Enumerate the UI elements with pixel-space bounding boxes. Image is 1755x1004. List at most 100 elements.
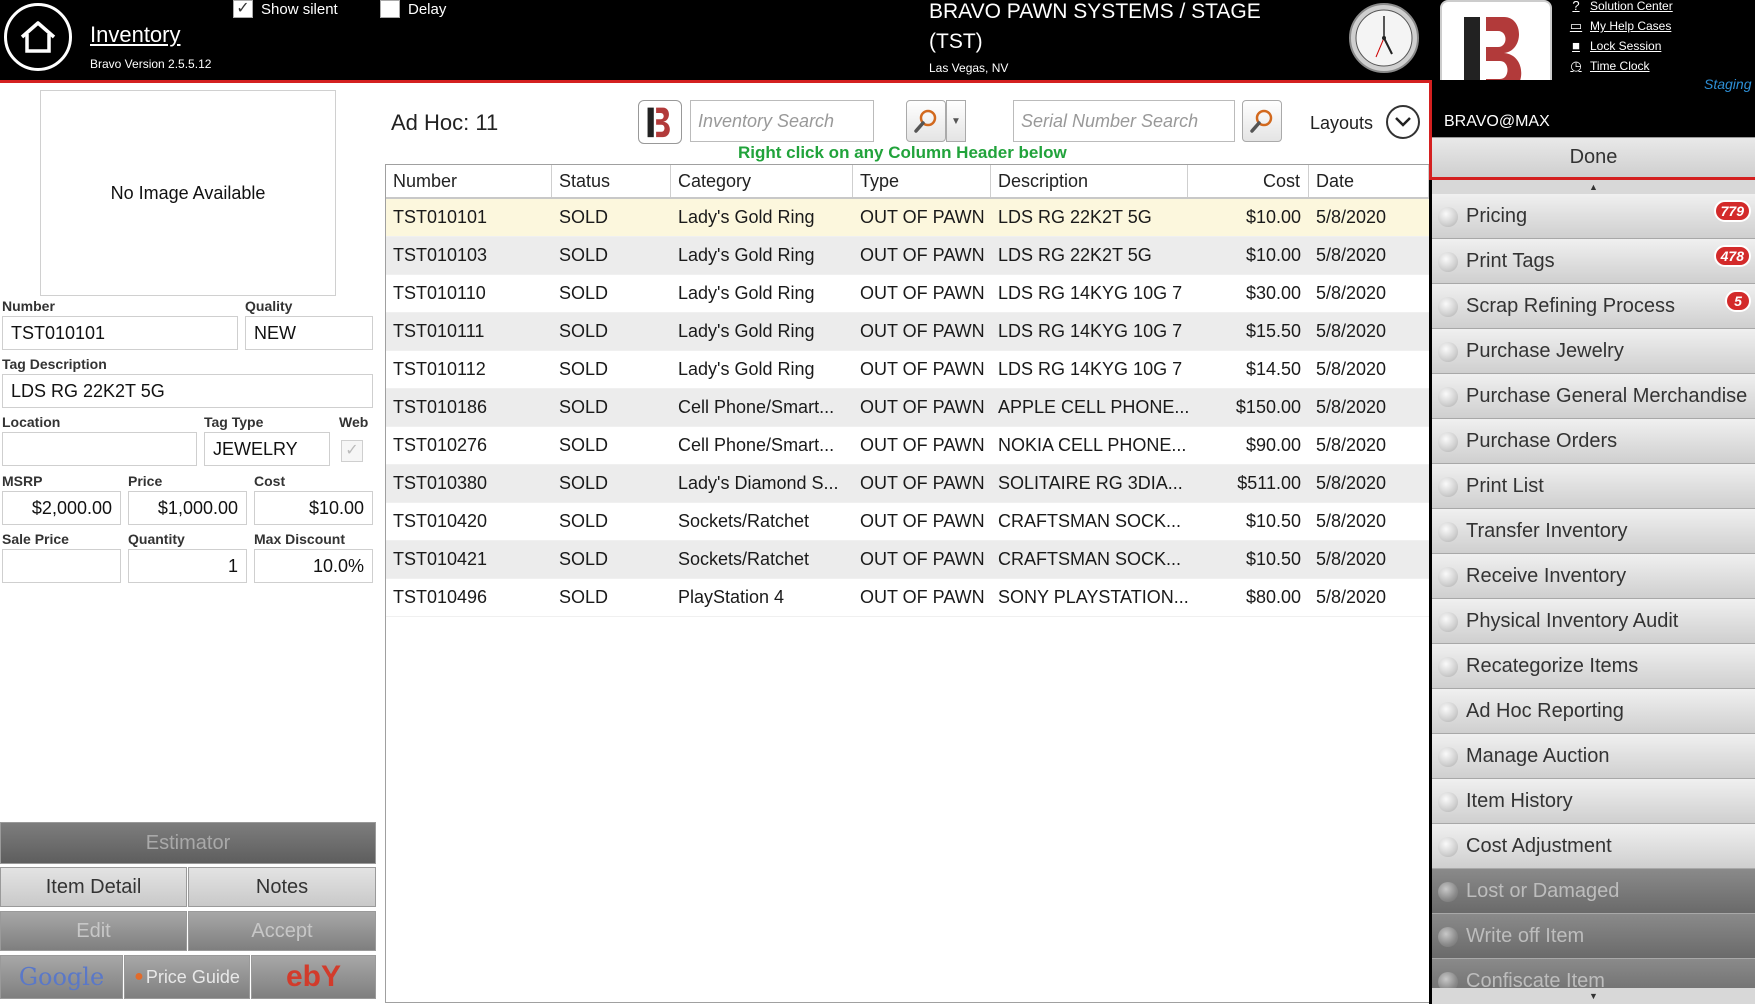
menu-item-purchase-jewelry[interactable]: Purchase Jewelry	[1432, 329, 1755, 374]
menu-item-print-tags[interactable]: Print Tags 478	[1432, 239, 1755, 284]
table-row[interactable]: TST010380 SOLD Lady's Diamond S... OUT OF P…	[386, 465, 1429, 503]
menu-item-label: Print List	[1466, 474, 1544, 497]
table-row[interactable]: TST010111 SOLD Lady's Gold Ring OUT OF PAWN…	[386, 313, 1429, 351]
menu-item-item-history[interactable]: Item History	[1432, 779, 1755, 824]
column-header-cost[interactable]: Cost	[1188, 165, 1309, 197]
lock-session-link[interactable]: ■ Lock Session	[1568, 39, 1661, 54]
cell-category: Lady's Gold Ring	[678, 359, 815, 379]
item-detail-button[interactable]: Item Detail	[0, 867, 187, 907]
table-row[interactable]: TST010103 SOLD Lady's Gold Ring OUT OF PAWN…	[386, 237, 1429, 275]
menu-item-label: Item History	[1466, 789, 1573, 812]
menu-item-cost-adjustment[interactable]: Cost Adjustment	[1432, 824, 1755, 869]
google-button[interactable]: Google	[0, 955, 123, 999]
cell-date: 5/8/2020	[1316, 549, 1387, 569]
menu-item-lost-or-damaged[interactable]: Lost or Damaged	[1432, 869, 1755, 914]
menu-item-purchase-orders[interactable]: Purchase Orders	[1432, 419, 1755, 464]
web-checkbox[interactable]: ✓	[341, 440, 363, 462]
tag-type-field[interactable]: JEWELRY	[204, 432, 330, 466]
bullet-icon	[1438, 972, 1458, 988]
my-help-cases-link[interactable]: ▭ My Help Cases	[1568, 19, 1672, 34]
show-silent-checkbox[interactable]: ✓ Show silent	[233, 0, 338, 18]
max-discount-field[interactable]: 10.0%	[254, 549, 373, 583]
cell-type: OUT OF PAWN	[860, 321, 985, 341]
menu-item-label: Pricing	[1466, 204, 1528, 227]
bravo-search-button[interactable]	[638, 100, 682, 144]
tag-description-field[interactable]: LDS RG 22K2T 5G	[2, 374, 373, 408]
menu-scroll-down-button[interactable]: ▼	[1432, 988, 1755, 1004]
bullet-icon	[1438, 342, 1458, 362]
estimator-button[interactable]: Estimator	[0, 822, 376, 864]
table-row[interactable]: TST010420 SOLD Sockets/Ratchet OUT OF PAWN C…	[386, 503, 1429, 541]
solution-center-link[interactable]: ? Solution Center	[1568, 0, 1672, 13]
menu-item-manage-auction[interactable]: Manage Auction	[1432, 734, 1755, 779]
column-header-description[interactable]: Description	[991, 165, 1188, 197]
time-clock-link[interactable]: ◷ Time Clock	[1568, 59, 1649, 74]
menu-item-scrap-refining-process[interactable]: Scrap Refining Process 5	[1432, 284, 1755, 329]
inventory-search-input[interactable]: Inventory Search	[690, 100, 874, 142]
menu-scroll-up-button[interactable]: ▲	[1432, 180, 1755, 194]
serial-number-search-input[interactable]: Serial Number Search	[1013, 100, 1235, 142]
table-row[interactable]: TST010110 SOLD Lady's Gold Ring OUT OF PAWN…	[386, 275, 1429, 313]
edit-button[interactable]: Edit	[0, 911, 187, 951]
cell-type: OUT OF PAWN	[860, 473, 985, 493]
msrp-field[interactable]: $2,000.00	[2, 491, 121, 525]
price-guide-icon: ●	[134, 968, 144, 985]
column-header-number[interactable]: Number	[386, 165, 552, 197]
table-row[interactable]: TST010112 SOLD Lady's Gold Ring OUT OF PAWN…	[386, 351, 1429, 389]
show-silent-label: Show silent	[261, 0, 338, 18]
menu-item-receive-inventory[interactable]: Receive Inventory	[1432, 554, 1755, 599]
location-field[interactable]	[2, 432, 197, 466]
menu-item-confiscate-item[interactable]: Confiscate Item	[1432, 959, 1755, 988]
quality-field[interactable]: NEW	[245, 316, 373, 350]
delay-checkbox[interactable]: Delay	[380, 0, 446, 18]
column-header-date[interactable]: Date	[1309, 165, 1429, 197]
cell-description: CRAFTSMAN SOCK...	[998, 549, 1182, 569]
table-row[interactable]: TST010186 SOLD Cell Phone/Smart... OUT OF P…	[386, 389, 1429, 427]
price-guide-label: Price Guide	[145, 966, 240, 987]
table-row[interactable]: TST010276 SOLD Cell Phone/Smart... OUT OF P…	[386, 427, 1429, 465]
sale-price-field[interactable]	[2, 549, 121, 583]
price-field[interactable]: $1,000.00	[128, 491, 247, 525]
number-field[interactable]: TST010101	[2, 316, 238, 350]
ebay-button[interactable]: ebY	[251, 955, 376, 999]
bullet-icon	[1438, 297, 1458, 317]
cell-status: SOLD	[559, 283, 609, 303]
menu-item-pricing[interactable]: Pricing 779	[1432, 194, 1755, 239]
menu-item-purchase-general-merchandise[interactable]: Purchase General Merchandise	[1432, 374, 1755, 419]
user-label: BRAVO@MAX	[1444, 113, 1550, 130]
menu-item-ad-hoc-reporting[interactable]: Ad Hoc Reporting	[1432, 689, 1755, 734]
menu-item-physical-inventory-audit[interactable]: Physical Inventory Audit	[1432, 599, 1755, 644]
quantity-field[interactable]: 1	[128, 549, 247, 583]
empty-checkbox-icon	[380, 0, 400, 18]
bullet-icon	[1438, 882, 1458, 902]
menu-item-write-off-item[interactable]: Write off Item	[1432, 914, 1755, 959]
page-title[interactable]: Inventory	[90, 22, 181, 48]
environment-label: Staging	[1704, 76, 1752, 92]
cost-field[interactable]: $10.00	[254, 491, 373, 525]
cell-cost: $14.50	[1245, 359, 1301, 379]
menu-item-label: Ad Hoc Reporting	[1466, 699, 1624, 722]
cell-date: 5/8/2020	[1316, 359, 1387, 379]
notes-button[interactable]: Notes	[188, 867, 376, 907]
table-row[interactable]: TST010421 SOLD Sockets/Ratchet OUT OF PAWN C…	[386, 541, 1429, 579]
cell-cost: $10.50	[1245, 549, 1301, 569]
serial-search-button[interactable]	[1242, 100, 1282, 142]
menu-item-transfer-inventory[interactable]: Transfer Inventory	[1432, 509, 1755, 554]
column-header-type[interactable]: Type	[853, 165, 991, 197]
cell-description: SONY PLAYSTATION...	[998, 587, 1188, 607]
accept-button[interactable]: Accept	[188, 911, 376, 951]
layouts-dropdown-button[interactable]	[1386, 105, 1420, 139]
table-row[interactable]: TST010496 SOLD PlayStation 4 OUT OF PAWN SON…	[386, 579, 1429, 617]
inventory-search-button[interactable]	[906, 100, 946, 142]
menu-item-recategorize-items[interactable]: Recategorize Items	[1432, 644, 1755, 689]
column-header-category[interactable]: Category	[671, 165, 853, 197]
price-guide-button[interactable]: ● Price Guide	[124, 955, 250, 999]
table-row[interactable]: TST010101 SOLD Lady's Gold Ring OUT OF PAWN…	[386, 199, 1429, 237]
column-header-status[interactable]: Status	[552, 165, 671, 197]
menu-item-print-list[interactable]: Print List	[1432, 464, 1755, 509]
done-button[interactable]: Done	[1432, 137, 1755, 180]
search-options-dropdown[interactable]: ▼	[946, 100, 966, 142]
home-button[interactable]	[4, 3, 72, 71]
quantity-label: Quantity	[128, 531, 185, 547]
top-bar: Inventory Bravo Version 2.5.5.12 ✓ Show …	[0, 0, 1755, 107]
